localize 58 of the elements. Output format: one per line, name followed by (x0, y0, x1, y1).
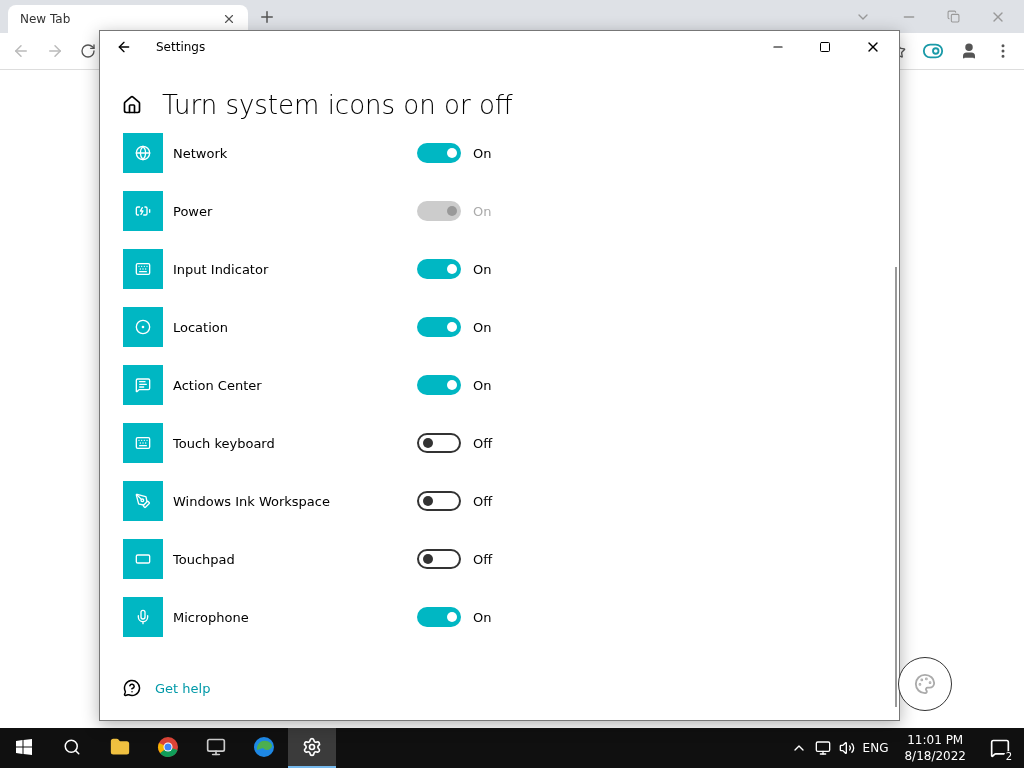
toggle-status: On (473, 145, 492, 161)
notification-icon[interactable] (990, 738, 1010, 758)
toggle-switch[interactable] (417, 607, 461, 627)
setting-name: Touchpad (173, 551, 236, 567)
close-icon[interactable] (222, 12, 236, 26)
toggle-status: On (473, 609, 492, 625)
get-help-link[interactable]: Get help (155, 680, 211, 696)
toggle-status: Off (473, 435, 493, 451)
pen-icon (123, 481, 163, 521)
toggle-status: Off (473, 551, 493, 567)
toggle-status: On (473, 377, 492, 393)
globe-icon (123, 133, 163, 173)
toggle-status: On (473, 203, 492, 219)
setting-name: Network (173, 145, 229, 161)
setting-name: Action Center (173, 377, 263, 393)
setting-name: Power (173, 203, 214, 219)
help-icon (123, 679, 141, 697)
palette-button[interactable] (898, 657, 952, 711)
keyboard-icon (123, 423, 163, 463)
setting-name: Location (173, 319, 229, 335)
target-icon (123, 307, 163, 347)
message-icon (123, 365, 163, 405)
tab-title: New Tab (20, 12, 71, 26)
setting-name: Windows Ink Workspace (173, 493, 331, 509)
battery-icon (123, 191, 163, 231)
clock-date[interactable]: 8/18/2022 (904, 748, 966, 764)
touchpad-icon (123, 539, 163, 579)
notification-count: 2 (1003, 751, 1014, 762)
gear-icon[interactable] (288, 728, 336, 768)
window-title: Settings (156, 40, 206, 54)
toggle-status: On (473, 319, 492, 335)
user-icon[interactable] (960, 42, 978, 60)
toggle-switch[interactable] (417, 549, 461, 569)
palette-icon (914, 673, 936, 695)
language-indicator[interactable]: ENG (862, 741, 889, 755)
toggle-status: Off (473, 493, 493, 509)
toggle-switch[interactable] (417, 375, 461, 395)
microphone-icon (123, 597, 163, 637)
toggle-status: On (473, 261, 492, 277)
setting-name: Microphone (173, 609, 250, 625)
setting-name: Touch keyboard (173, 435, 276, 451)
network-icon[interactable] (814, 740, 831, 756)
browser-tab[interactable]: New Tab (8, 5, 248, 33)
toggle-switch[interactable] (417, 433, 461, 453)
maximize-icon[interactable] (819, 41, 831, 53)
volume-icon[interactable] (838, 740, 855, 756)
setting-name: Input Indicator (173, 261, 270, 277)
back-icon[interactable] (116, 39, 132, 55)
home-icon[interactable] (122, 95, 142, 115)
toggle-switch[interactable] (417, 317, 461, 337)
clock-time[interactable]: 11:01 PM (907, 732, 964, 748)
toggle-switch[interactable] (417, 259, 461, 279)
keyboard-icon (123, 249, 163, 289)
reload-icon[interactable] (80, 43, 96, 59)
toggle-switch[interactable] (417, 143, 461, 163)
page-heading: Turn system icons on or off (162, 90, 513, 120)
scrollbar[interactable] (895, 267, 897, 707)
toggle-switch[interactable] (417, 491, 461, 511)
